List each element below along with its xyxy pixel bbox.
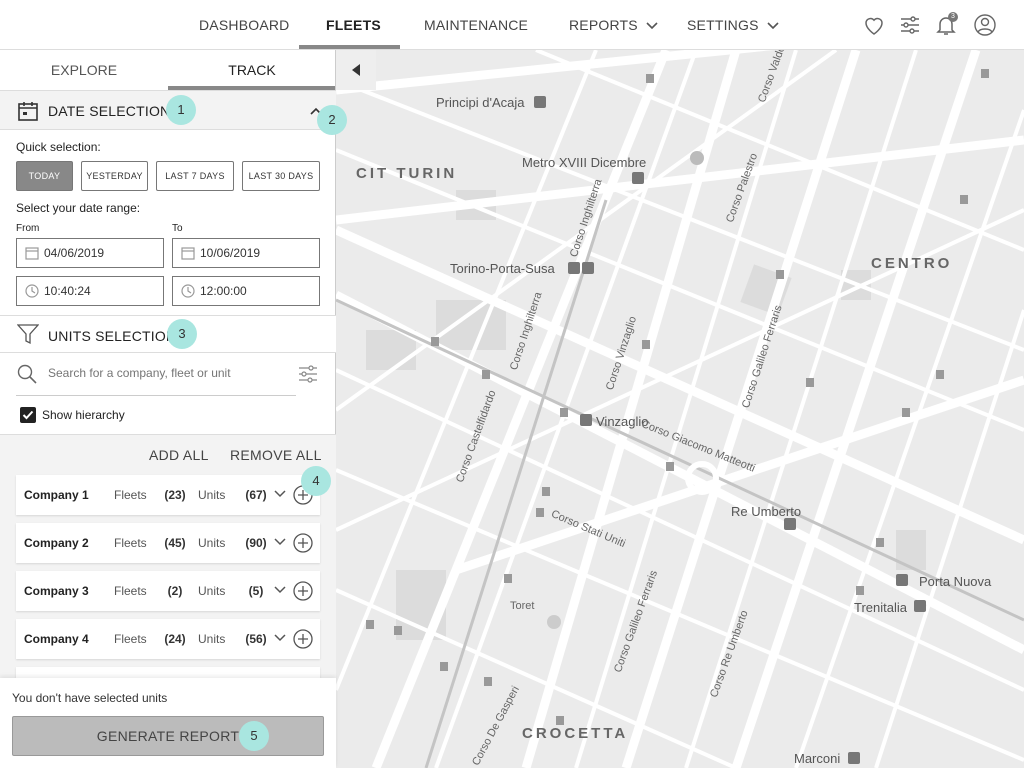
show-hierarchy-label: Show hierarchy [42,408,125,422]
nav-settings-label: SETTINGS [687,17,759,33]
units-count: (56) [245,632,267,646]
annotation-badge: 5 [239,721,269,751]
nav-reports-label: REPORTS [569,17,638,33]
quick-yesterday-button[interactable]: YESTERDAY [81,161,148,191]
from-date-field[interactable]: 04/06/2019 [16,238,164,268]
units-selection-title: UNITS SELECTION [48,328,177,344]
chevron-down-icon [646,22,658,30]
search-underline [16,395,296,396]
funnel-icon [17,324,39,345]
chevron-down-icon[interactable] [274,634,286,642]
nav-reports[interactable]: REPORTS [569,0,658,50]
nav-maintenance[interactable]: MAINTENANCE [424,0,528,50]
calendar-icon [181,247,195,260]
checkmark-icon [22,410,34,420]
company-row[interactable]: Company 3 Fleets (2) Units (5) [16,571,320,611]
fleets-label: Fleets [114,584,147,598]
fleets-label: Fleets [114,632,147,646]
from-time-value: 10:40:24 [44,284,91,298]
nav-settings[interactable]: SETTINGS [687,0,779,50]
units-count: (90) [245,536,267,550]
caret-left-icon [352,64,360,76]
unit-search-input[interactable] [48,366,278,380]
filter-sliders-icon[interactable] [298,364,318,384]
show-hierarchy-checkbox[interactable] [20,407,36,423]
to-time-value: 12:00:00 [200,284,247,298]
from-label: From [16,223,40,234]
calendar-icon [25,247,39,260]
chevron-down-icon [767,22,779,30]
add-all-button[interactable]: ADD ALL [149,447,209,463]
units-label: Units [198,632,226,646]
date-range-label: Select your date range: [16,201,141,215]
annotation-badge: 2 [317,105,347,135]
annotation-badge: 4 [301,466,331,496]
company-row[interactable]: Company 4 Fleets (24) Units (56) [16,619,320,659]
no-units-message: You don't have selected units [12,691,168,705]
fleets-label: Fleets [114,488,147,502]
clock-icon [25,284,39,298]
heart-icon[interactable] [862,13,886,37]
company-name: Company 4 [24,632,89,646]
from-date-value: 04/06/2019 [44,246,105,260]
generate-report-button[interactable]: GENERATE REPORT [12,716,324,756]
company-name: Company 2 [24,536,89,550]
chevron-down-icon[interactable] [274,490,286,498]
chevron-down-icon[interactable] [274,538,286,546]
fleets-count: (23) [164,488,186,502]
user-avatar-icon[interactable] [973,13,997,37]
add-circle-icon[interactable] [293,533,313,553]
company-row[interactable]: Company 1 Fleets (23) Units (67) [16,475,320,515]
tab-track[interactable]: TRACK [168,50,335,90]
to-date-value: 10/06/2019 [200,246,261,260]
search-icon [17,364,37,384]
notification-badge: 3 [948,12,958,22]
chevron-down-icon[interactable] [274,586,286,594]
add-circle-icon[interactable] [293,581,313,601]
to-time-field[interactable]: 12:00:00 [172,276,320,306]
calendar-icon [18,102,38,121]
fleets-count: (45) [164,536,186,550]
units-count: (5) [248,584,264,598]
fleets-count: (2) [167,584,183,598]
nav-fleets[interactable]: FLEETS [326,0,381,50]
remove-all-button[interactable]: REMOVE ALL [230,447,322,463]
map-markers [366,69,989,764]
nav-active-indicator [299,45,400,49]
add-circle-icon[interactable] [293,629,313,649]
clock-icon [181,284,195,298]
units-label: Units [198,536,226,550]
quick-last-30-days-button[interactable]: LAST 30 DAYS [242,161,320,191]
filter-sliders-icon[interactable] [898,13,922,37]
fleets-count: (24) [164,632,186,646]
quick-selection-label: Quick selection: [16,140,101,154]
to-date-field[interactable]: 10/06/2019 [172,238,320,268]
from-time-field[interactable]: 10:40:24 [16,276,164,306]
company-name: Company 3 [24,584,89,598]
collapse-panel-button[interactable] [336,50,376,90]
units-count: (67) [245,488,267,502]
date-selection-title: DATE SELECTION [48,103,171,119]
quick-last-7-days-button[interactable]: LAST 7 DAYS [156,161,234,191]
annotation-badge: 3 [167,319,197,349]
to-label: To [172,223,183,234]
map-view[interactable]: Principi d'Acaja CIT TURIN Metro XVIII D… [336,50,1024,768]
fleets-label: Fleets [114,536,147,550]
top-navigation: DASHBOARD FLEETS MAINTENANCE REPORTS SET… [0,0,1024,50]
units-label: Units [198,584,226,598]
nav-dashboard[interactable]: DASHBOARD [199,0,289,50]
company-name: Company 1 [24,488,89,502]
annotation-badge: 1 [166,95,196,125]
quick-today-button[interactable]: TODAY [16,161,73,191]
tab-explore[interactable]: EXPLORE [0,50,168,90]
company-row[interactable]: Company 2 Fleets (45) Units (90) [16,523,320,563]
units-label: Units [198,488,226,502]
